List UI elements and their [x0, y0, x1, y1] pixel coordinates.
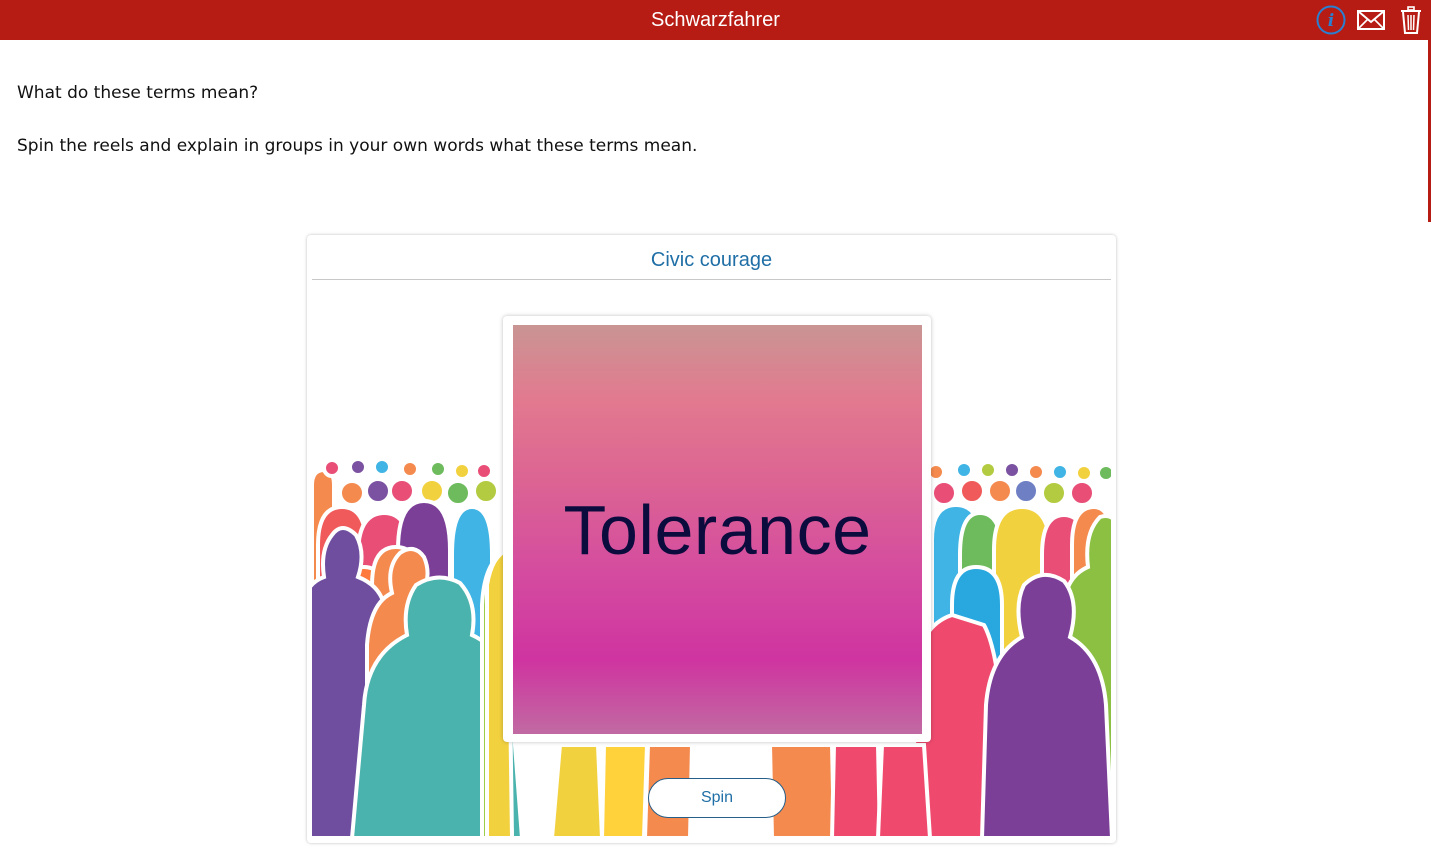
- reel-frame: Tolerance: [503, 316, 931, 742]
- info-icon[interactable]: i: [1315, 4, 1347, 36]
- trash-icon[interactable]: [1395, 4, 1427, 36]
- instructions: What do these terms mean? Spin the reels…: [17, 80, 697, 186]
- question-text: What do these terms mean?: [17, 83, 259, 103]
- spin-button[interactable]: Spin: [648, 778, 786, 818]
- reel-stage: Tolerance Spin: [312, 285, 1111, 838]
- header-toolbar: i: [1315, 4, 1427, 36]
- mail-icon[interactable]: [1355, 4, 1387, 36]
- card-title: Civic courage: [312, 235, 1111, 280]
- svg-text:i: i: [1328, 11, 1334, 31]
- reel: Tolerance: [513, 325, 922, 734]
- slot-machine-card: Civic courage Tolerance Spin: [307, 235, 1116, 843]
- instruction-text: Spin the reels and explain in groups in …: [17, 136, 698, 156]
- app-title: Schwarzfahrer: [651, 9, 780, 31]
- reel-term: Tolerance: [563, 490, 872, 569]
- app-header: Schwarzfahrer i: [0, 0, 1431, 40]
